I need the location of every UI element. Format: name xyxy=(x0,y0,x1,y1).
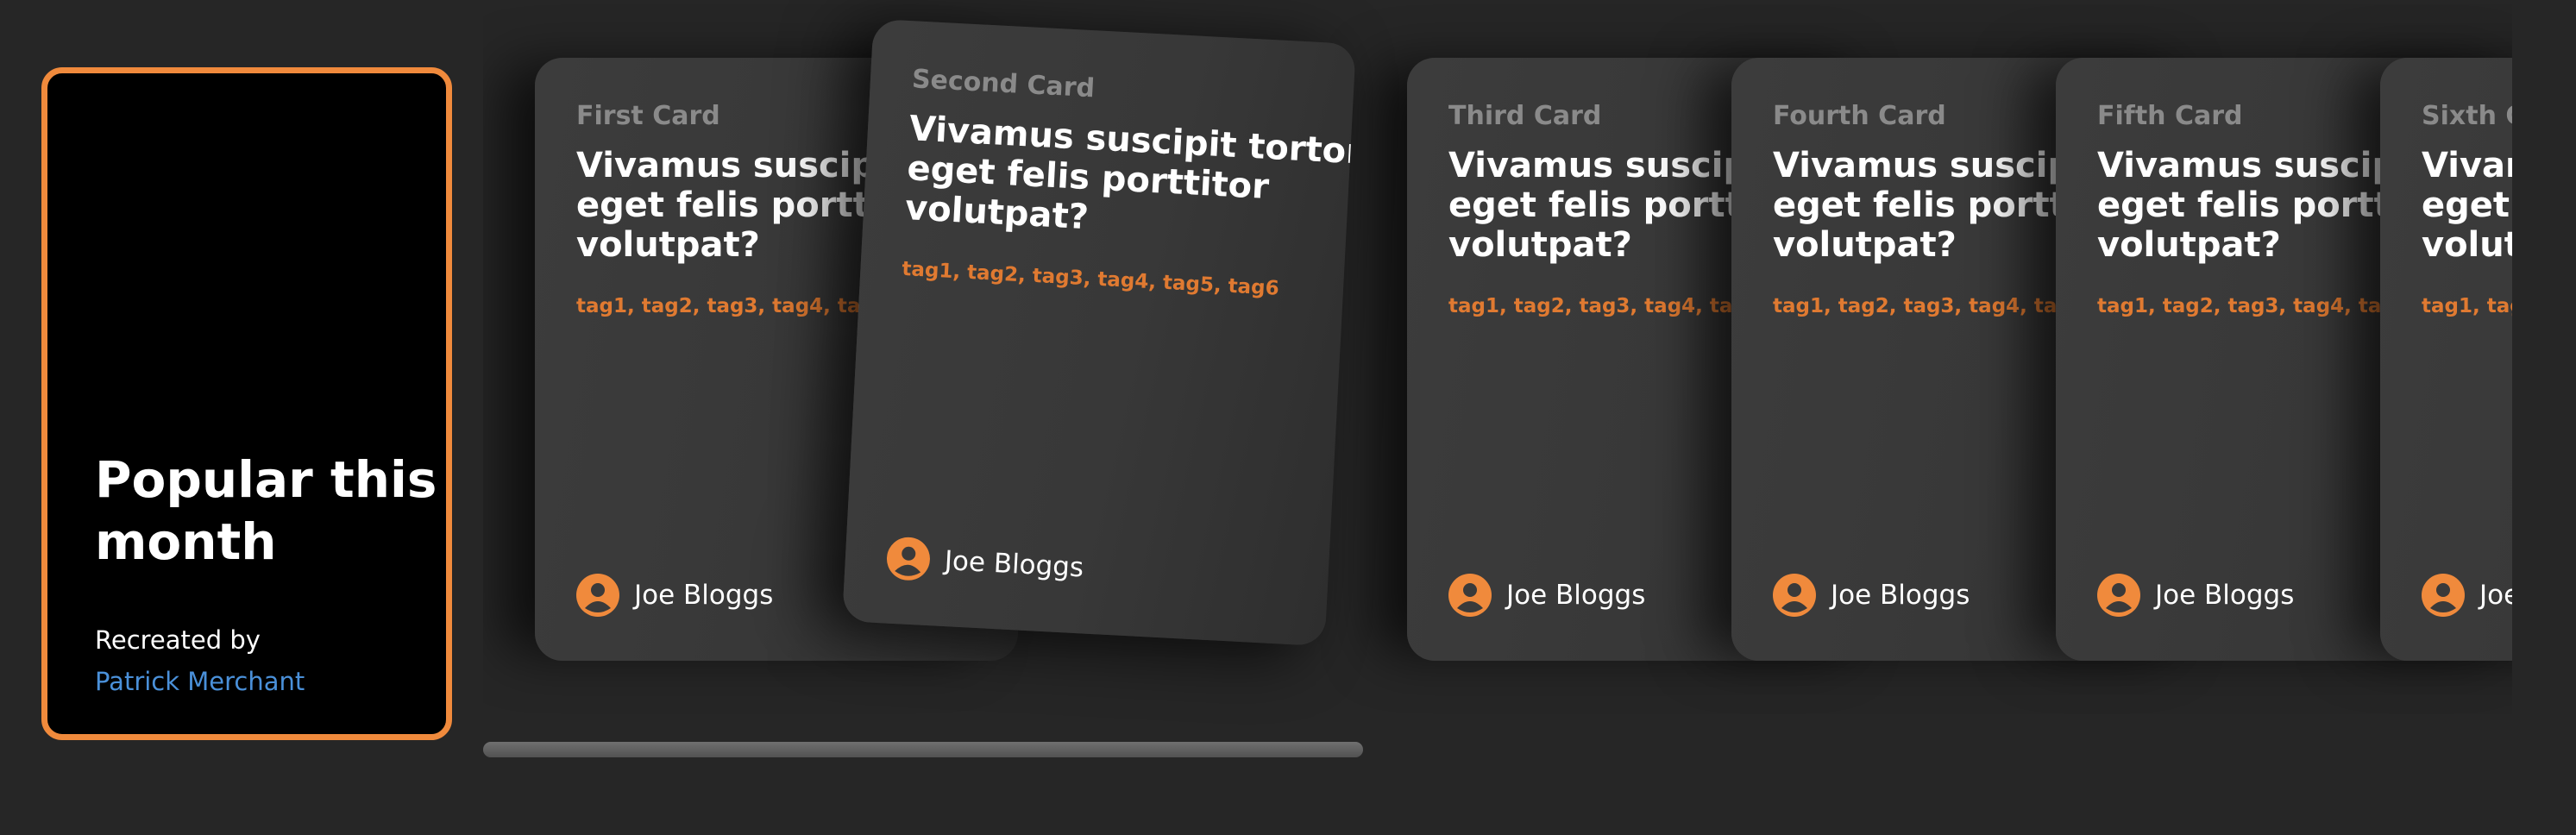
card-title: Vivamus suscipit tortor eget felis portt… xyxy=(2422,146,2512,265)
intro-panel: Popular this month Recreated by Patrick … xyxy=(41,67,452,740)
user-avatar-icon xyxy=(2422,574,2465,617)
card-tags[interactable]: tag1, tag2, tag3, tag4, tag5, tag6 xyxy=(902,258,1279,300)
user-avatar-icon xyxy=(1448,574,1492,617)
card-author-name: Joe Bloggs xyxy=(1831,580,1970,611)
horizontal-scrollbar[interactable] xyxy=(483,742,1363,757)
scrollbar-thumb[interactable] xyxy=(483,742,1363,757)
card-carousel[interactable]: First Card Vivamus suscipit tortor eget … xyxy=(483,0,2512,835)
recreated-by-label: Recreated by xyxy=(95,625,261,655)
user-avatar-icon xyxy=(1773,574,1816,617)
card[interactable]: Second Card Vivamus suscipit tortor eget… xyxy=(842,18,1356,647)
card-label: Fifth Card xyxy=(2097,101,2243,131)
card-label: First Card xyxy=(576,101,720,131)
user-avatar-icon xyxy=(886,537,932,582)
user-avatar-icon xyxy=(576,574,619,617)
card-author-name: Joe Bloggs xyxy=(634,580,774,611)
card-author-name: Joe Bloggs xyxy=(2479,580,2512,611)
card-label: Fourth Card xyxy=(1773,101,1946,131)
card-author[interactable]: Joe Bloggs xyxy=(1448,574,1645,617)
card-author[interactable]: Joe Bloggs xyxy=(886,537,1085,590)
card-author-name: Joe Bloggs xyxy=(943,545,1085,584)
card[interactable]: Sixth Card Vivamus suscipit tortor eget … xyxy=(2380,58,2512,661)
intro-title: Popular this month xyxy=(95,450,437,571)
card-author-name: Joe Bloggs xyxy=(2155,580,2295,611)
card-title: Vivamus suscipit tortor eget felis portt… xyxy=(904,109,1356,238)
card-author[interactable]: Joe Bloggs xyxy=(2097,574,2294,617)
card-author[interactable]: Joe Bloggs xyxy=(2422,574,2512,617)
page: Popular this month Recreated by Patrick … xyxy=(0,0,2576,835)
card-author-name: Joe Bloggs xyxy=(1506,580,1646,611)
card-author[interactable]: Joe Bloggs xyxy=(1773,574,1970,617)
author-link[interactable]: Patrick Merchant xyxy=(95,661,305,702)
card-author[interactable]: Joe Bloggs xyxy=(576,574,773,617)
user-avatar-icon xyxy=(2097,574,2140,617)
card-tags[interactable]: tag1, tag2, tag3, tag4, tag5, tag6 xyxy=(2422,295,2512,317)
card-label: Third Card xyxy=(1448,101,1602,131)
card-label: Second Card xyxy=(911,64,1096,104)
card-label: Sixth Card xyxy=(2422,101,2512,131)
